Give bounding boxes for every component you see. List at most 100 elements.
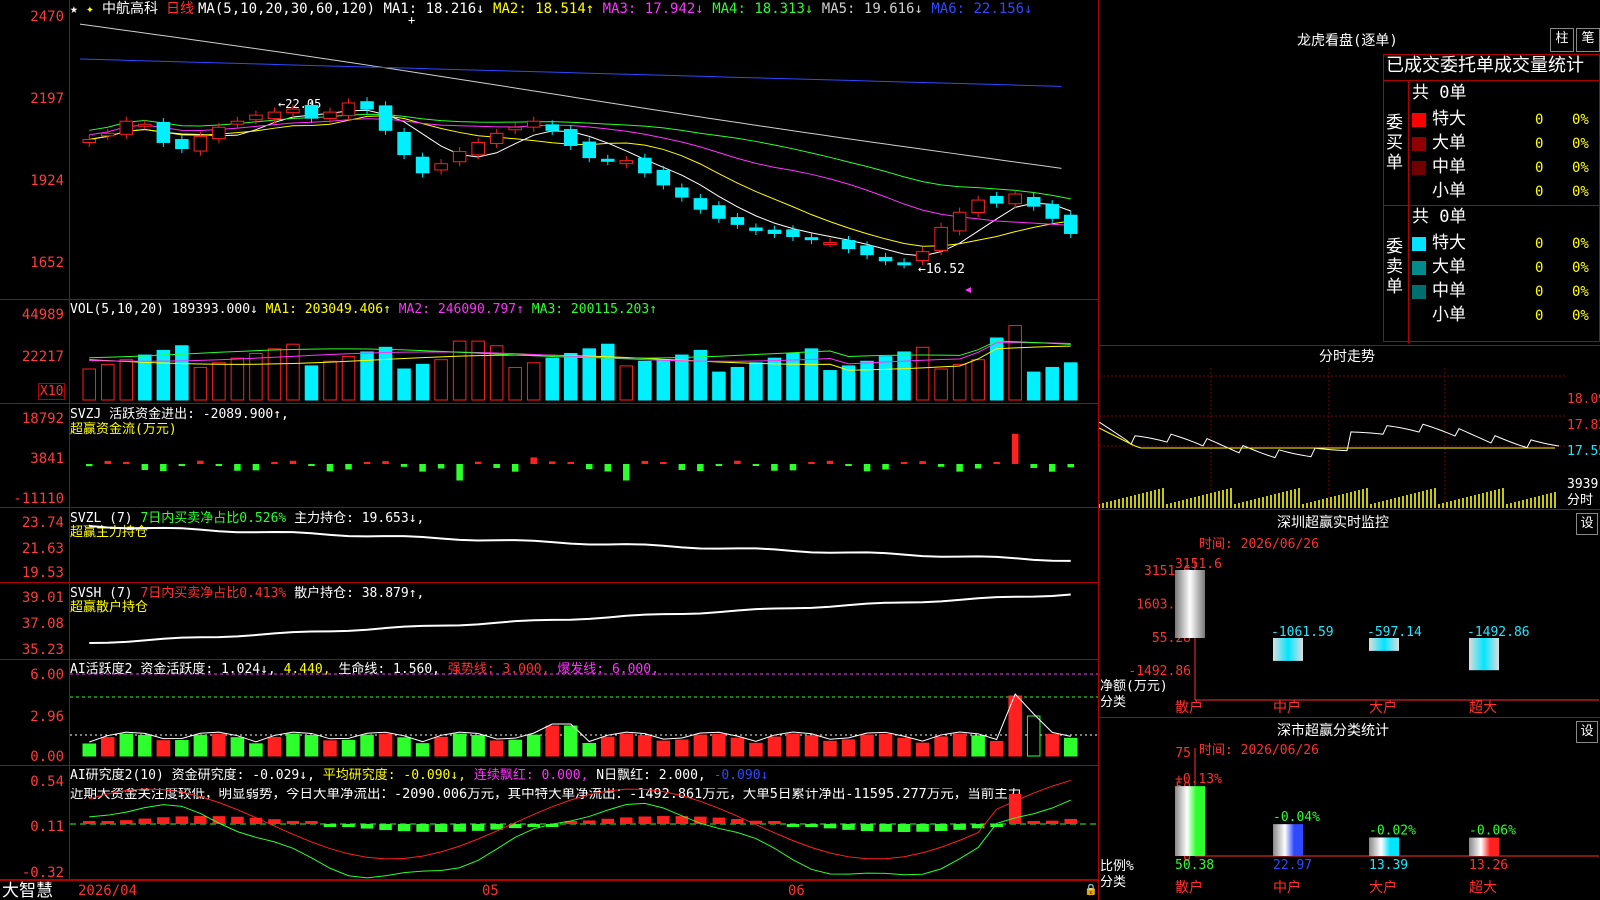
activity-bar xyxy=(267,736,282,757)
research-bar xyxy=(1064,818,1077,824)
activity-bar xyxy=(101,737,115,757)
classify-delta: -0.04% xyxy=(1273,810,1320,825)
lock-icon[interactable]: 🔒 xyxy=(1084,884,1098,895)
date-tick-1: 2026/04 xyxy=(78,883,138,899)
volume-pane[interactable]: VOL(5,10,20) 189393.000↓ MA1: 203049.406… xyxy=(0,300,1098,404)
intraday-chart[interactable] xyxy=(1099,368,1565,510)
research-bar xyxy=(601,818,615,824)
svsh-chart[interactable] xyxy=(70,583,1098,660)
vol-bar xyxy=(1063,362,1078,401)
vol-bar xyxy=(323,360,337,401)
candle xyxy=(397,127,411,160)
vol-bar xyxy=(897,351,911,401)
flow-bar xyxy=(456,464,463,481)
candle xyxy=(82,134,97,147)
retail-holding-line xyxy=(89,593,1071,644)
candlestick-chart[interactable] xyxy=(70,0,1098,300)
ai-act-axis-3: 0.00 xyxy=(30,749,64,765)
legend-swatch xyxy=(1412,185,1426,199)
size-label: 小单 xyxy=(1432,181,1466,201)
activity-bar xyxy=(286,733,300,757)
candle xyxy=(619,156,634,169)
trading-window: ★ ✦ 中航高科 日线 MA(5,10,20,30,60,120) MA1: 1… xyxy=(0,0,1600,900)
vol-bar xyxy=(712,371,726,401)
svzj-pane[interactable]: SVZJ 活跃资金进出: -2089.900↑, 超赢资金流(万元) 18792… xyxy=(0,404,1098,508)
activity-bar xyxy=(434,736,448,757)
ai-activity-pane[interactable]: AI活跃度2 资金活跃度: 1.024↓, 4.440, 生命线: 1.560,… xyxy=(0,660,1098,766)
activity-bar xyxy=(323,740,337,757)
activity-bar xyxy=(915,742,930,757)
activity-bar xyxy=(156,740,171,757)
research-bar xyxy=(83,821,96,824)
price-axis-2: 2197 xyxy=(30,91,64,107)
research-bar xyxy=(527,824,540,827)
research-bar xyxy=(453,824,466,832)
intraday-title: 分时走势 xyxy=(1319,349,1375,365)
candle xyxy=(841,236,856,254)
candle xyxy=(175,134,189,154)
flow-bar xyxy=(382,461,389,464)
research-bar xyxy=(657,816,670,824)
svzl-chart[interactable] xyxy=(70,508,1098,583)
candle xyxy=(971,195,985,218)
vol-bar xyxy=(1026,371,1041,401)
tab-tick[interactable]: 笔 xyxy=(1576,28,1600,52)
buy-row: 中单 0 0% xyxy=(1410,157,1600,179)
size-label: 大单 xyxy=(1432,257,1466,277)
volume-chart[interactable] xyxy=(70,300,1098,404)
price-pane[interactable]: ★ ✦ 中航高科 日线 MA(5,10,20,30,60,120) MA1: 1… xyxy=(0,0,1098,300)
ai-activity-chart[interactable] xyxy=(70,660,1098,766)
research-bar xyxy=(120,820,133,824)
monitor-panel: 深圳超赢实时监控 设 时间: 2026/06/26 净额(万元) 分类 3151… xyxy=(1099,510,1600,718)
count-value: 0 xyxy=(1535,112,1544,128)
candle xyxy=(860,241,874,260)
svzl-pane[interactable]: SVZL (7) 7日内买卖净占比0.526% 主力持仓: 19.653↓, 超… xyxy=(0,508,1098,583)
svsh-axis-3: 35.23 xyxy=(21,642,64,658)
activity-bar xyxy=(693,734,708,757)
intraday-avg-line xyxy=(1099,427,1555,449)
ai-research-pane[interactable]: AI研究度2(10) 资金研究度: -0.029↓, 平均研究度: -0.090… xyxy=(0,766,1098,880)
activity-bar xyxy=(878,733,893,757)
vol-bar xyxy=(286,343,300,401)
activity-bar xyxy=(860,734,874,757)
tab-bar[interactable]: 柱 xyxy=(1550,28,1574,52)
sell-row: 特大 0 0% xyxy=(1410,233,1600,255)
flow-bar xyxy=(1048,464,1056,472)
flow-bar xyxy=(437,464,445,469)
monitor-chart[interactable]: 3151.61603.4455.28-1492.863151.6散户-1061.… xyxy=(1099,510,1600,718)
flow-bar xyxy=(345,464,352,470)
vol-bar xyxy=(989,337,1004,401)
ai-research-chart[interactable] xyxy=(70,766,1098,880)
research-bar xyxy=(471,824,485,831)
longhu-panel: 龙虎看盘(逐单) 柱 笔 已成交委托单成交量统计 委买单 共 0单 特大 0 0% 大… xyxy=(1099,0,1600,345)
intraday-panel[interactable]: 分时走势 18.09 17.82 17.55 3939 分时 xyxy=(1099,345,1600,510)
buy-row: 小单 0 0% xyxy=(1410,181,1600,203)
flow-bar xyxy=(104,460,112,464)
candle xyxy=(1063,210,1078,239)
svzj-chart[interactable] xyxy=(70,404,1098,508)
vol-bar xyxy=(249,353,263,401)
research-bar xyxy=(620,817,633,824)
activity-bar xyxy=(582,742,597,757)
vol-bar xyxy=(397,368,411,401)
candle xyxy=(230,116,245,129)
candle xyxy=(749,223,763,235)
pct-value: 0% xyxy=(1572,308,1589,324)
candle xyxy=(1026,192,1041,211)
flow-bar xyxy=(715,464,723,466)
candle xyxy=(767,225,782,239)
price-axis-1: 2470 xyxy=(30,9,64,25)
classify-chart[interactable]: 7550250+0.13%50.38散户-0.04%22.97中户-0.02%1… xyxy=(1099,718,1600,900)
count-value: 0 xyxy=(1535,308,1544,324)
research-bar xyxy=(1045,820,1059,824)
svsh-pane[interactable]: SVSH (7) 7日内买卖净占比0.413% 散户持仓: 38.879↑, 超… xyxy=(0,583,1098,660)
activity-bar xyxy=(786,733,800,757)
activity-bar xyxy=(767,736,782,757)
activity-bar xyxy=(545,725,559,757)
activity-bar xyxy=(656,740,671,757)
flow-bar xyxy=(493,464,500,468)
svzj-axis-3: -11110 xyxy=(13,491,64,507)
vol-bar xyxy=(563,353,578,401)
research-bar xyxy=(360,824,374,829)
research-bar xyxy=(416,824,429,832)
